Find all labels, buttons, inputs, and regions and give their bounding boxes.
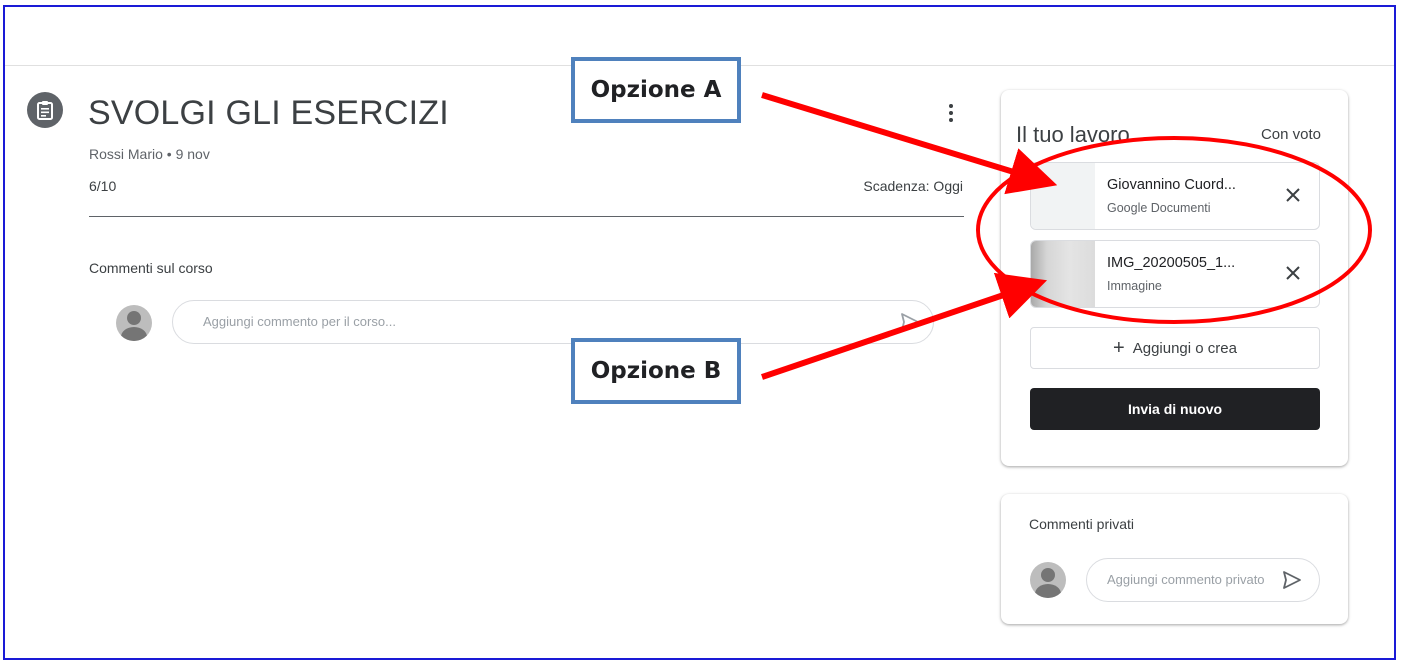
assignment-icon — [27, 92, 63, 128]
attachment-name: Giovannino Cuord... — [1107, 177, 1236, 193]
private-comments-label: Commenti privati — [1029, 516, 1135, 532]
attachment-type: Immagine — [1107, 279, 1162, 293]
attachment-name: IMG_20200505_1... — [1107, 255, 1236, 271]
add-or-create-label: Aggiungi o crea — [1132, 339, 1237, 357]
assignment-divider — [89, 216, 964, 217]
class-comment-input[interactable]: Aggiungi commento per il corso... — [172, 300, 934, 344]
callout-option-b: Opzione B — [571, 338, 741, 404]
avatar — [1030, 562, 1066, 598]
due-date: Scadenza: Oggi — [863, 178, 963, 194]
callout-option-a: Opzione A — [571, 57, 741, 123]
send-icon[interactable] — [898, 310, 922, 334]
close-icon[interactable] — [1281, 183, 1305, 207]
assignment-meta: Rossi Mario • 9 nov — [89, 146, 210, 162]
attachment-thumbnail — [1031, 163, 1095, 229]
assignment-title: SVOLGI GLI ESERCIZI — [88, 94, 449, 132]
resubmit-button[interactable]: Invia di nuovo — [1030, 388, 1320, 430]
attachment-item[interactable]: Giovannino Cuord... Google Documenti — [1030, 162, 1320, 230]
class-comments-label: Commenti sul corso — [89, 260, 213, 276]
add-or-create-button[interactable]: + Aggiungi o crea — [1030, 327, 1320, 369]
more-vert-icon[interactable] — [941, 101, 961, 125]
assignment-grade: 6/10 — [89, 178, 117, 194]
attachment-item[interactable]: IMG_20200505_1... Immagine — [1030, 240, 1320, 308]
plus-icon: + — [1113, 337, 1125, 359]
avatar — [116, 305, 152, 341]
send-icon[interactable] — [1280, 568, 1304, 592]
your-work-title: Il tuo lavoro — [1016, 122, 1130, 147]
work-status: Con voto — [1260, 126, 1321, 143]
image-thumbnail — [1031, 241, 1095, 307]
close-icon[interactable] — [1281, 261, 1305, 285]
attachment-type: Google Documenti — [1107, 201, 1211, 215]
